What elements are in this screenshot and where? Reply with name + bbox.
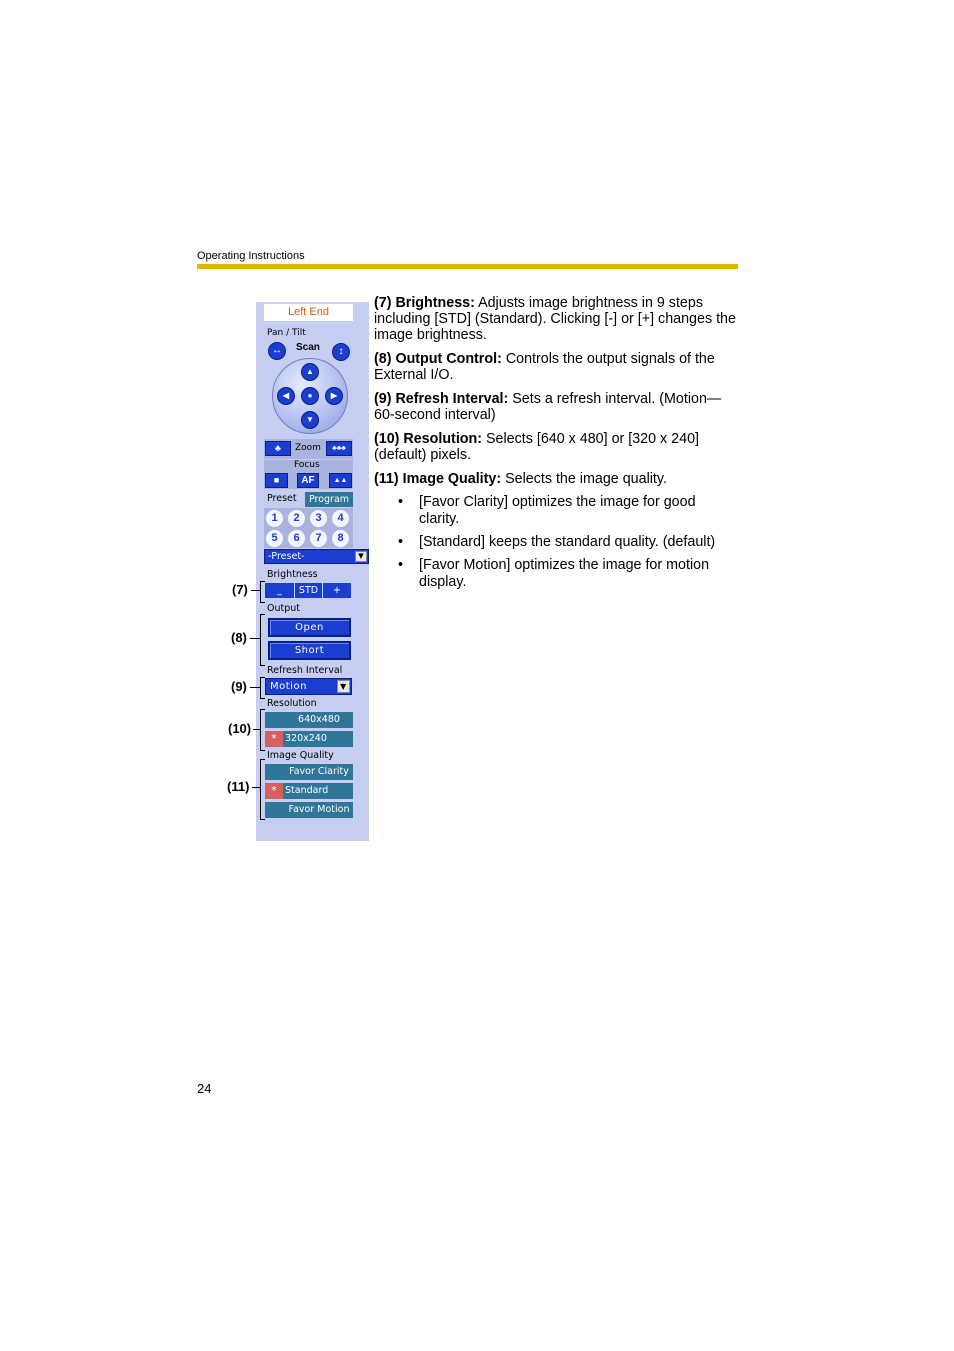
bullet-icon: •	[398, 534, 404, 550]
preset-buttons: 1 2 3 4 5 6 7 8	[264, 508, 353, 548]
zoom-wide-icon[interactable]: ♣	[265, 441, 291, 456]
resolution-640x480-button[interactable]: 640x480	[265, 712, 353, 728]
callout-leader	[252, 787, 260, 788]
preset-select[interactable]: -Preset- ▼	[264, 549, 369, 564]
up-down-arrow-icon[interactable]: ↕	[332, 343, 350, 361]
preset-4-button[interactable]: 4	[332, 510, 349, 527]
zoom-label: Zoom	[295, 443, 321, 453]
description-title: (8) Output Control:	[374, 351, 502, 367]
resolution-320x240-button[interactable]: * 320x240	[265, 731, 353, 747]
preset-5-button[interactable]: 5	[266, 530, 283, 547]
zoom-row: ♣ Zoom ♣♣♣	[264, 439, 353, 459]
chevron-down-icon[interactable]: ▼	[355, 551, 367, 562]
preset-2-button[interactable]: 2	[288, 510, 305, 527]
description-title: (10) Resolution:	[374, 431, 483, 447]
option-label: 640x480	[298, 714, 340, 725]
chevron-down-icon[interactable]: ▼	[337, 680, 350, 693]
bullet-icon: •	[398, 557, 404, 573]
header-rule	[197, 264, 738, 269]
zoom-tele-icon[interactable]: ♣♣♣	[326, 441, 352, 456]
callout-leader	[250, 638, 260, 639]
callout-7: (7)	[232, 582, 248, 597]
description-resolution: (10) Resolution: Selects [640 x 480] or …	[374, 431, 738, 463]
down-arrow-icon[interactable]: ▼	[301, 411, 319, 429]
option-label: 320x240	[285, 733, 327, 744]
resolution-label: Resolution	[267, 698, 317, 709]
output-open-button[interactable]: Open	[268, 618, 351, 637]
preset-tab[interactable]: Preset	[267, 493, 297, 504]
option-label: Favor Motion	[288, 804, 350, 815]
running-header: Operating Instructions	[197, 250, 305, 262]
description-title: (9) Refresh Interval:	[374, 391, 509, 407]
quality-standard-button[interactable]: * Standard	[265, 783, 353, 799]
refresh-interval-select[interactable]: Motion ▼	[265, 678, 352, 695]
callout-9: (9)	[231, 679, 247, 694]
callout-leader	[251, 590, 260, 591]
bullet-text: [Standard] keeps the standard quality. (…	[419, 534, 716, 550]
selected-marker-icon: *	[265, 731, 283, 747]
callout-10: (10)	[228, 721, 252, 736]
bullet-text: [Favor Motion] optimizes the image for m…	[419, 557, 710, 590]
preset-6-button[interactable]: 6	[288, 530, 305, 547]
brightness-increase-button[interactable]: +	[323, 583, 351, 598]
pan-tilt-label: Pan / Tilt	[267, 328, 306, 338]
selected-marker-icon: *	[265, 783, 283, 799]
camera-control-panel: Left End Pan / Tilt ↔ Scan ↕ ▲ ◀ ● ▶ ▼ ♣…	[256, 302, 369, 841]
description-refresh-interval: (9) Refresh Interval: Sets a refresh int…	[374, 391, 738, 423]
callout-leader	[253, 729, 260, 730]
option-label: Standard	[285, 785, 329, 796]
callout-8: (8)	[231, 630, 247, 645]
bullet-text: [Favor Clarity] optimizes the image for …	[419, 494, 696, 527]
refresh-interval-value: Motion	[270, 681, 307, 692]
callout-bracket	[260, 677, 265, 699]
focus-far-icon[interactable]: ▲▲	[329, 473, 352, 488]
right-arrow-icon[interactable]: ▶	[325, 387, 343, 405]
up-arrow-icon[interactable]: ▲	[301, 363, 319, 381]
callout-leader	[250, 687, 260, 688]
callout-bracket	[260, 759, 265, 820]
description-title: (11) Image Quality:	[374, 471, 502, 487]
callout-bracket	[260, 581, 265, 603]
description-output-control: (8) Output Control: Controls the output …	[374, 351, 738, 383]
description-image-quality: (11) Image Quality: Selects the image qu…	[374, 471, 738, 487]
left-arrow-icon[interactable]: ◀	[277, 387, 295, 405]
brightness-std-button[interactable]: STD	[295, 583, 322, 598]
quality-favor-clarity-button[interactable]: Favor Clarity	[265, 764, 353, 780]
preset-8-button[interactable]: 8	[332, 530, 349, 547]
pan-tilt-pad: ▲ ◀ ● ▶ ▼	[272, 358, 348, 434]
focus-row: Focus ■ AF ▲▲	[264, 460, 353, 489]
preset-select-value: -Preset-	[268, 551, 305, 562]
output-label: Output	[267, 603, 300, 614]
position-status: Left End	[264, 304, 353, 321]
autofocus-button[interactable]: AF	[297, 473, 319, 488]
refresh-interval-label: Refresh Interval	[267, 665, 343, 676]
preset-1-button[interactable]: 1	[266, 510, 283, 527]
home-dot-icon[interactable]: ●	[301, 387, 319, 405]
option-label: Favor Clarity	[289, 766, 349, 777]
output-short-button[interactable]: Short	[268, 641, 351, 660]
callout-bracket	[260, 614, 265, 666]
program-tab[interactable]: Program	[305, 492, 353, 507]
bullet-icon: •	[398, 494, 404, 510]
quality-favor-motion-button[interactable]: Favor Motion	[265, 802, 353, 818]
callout-11: (11)	[227, 779, 250, 794]
left-right-arrow-icon[interactable]: ↔	[268, 342, 286, 360]
brightness-label: Brightness	[267, 569, 318, 580]
focus-near-icon[interactable]: ■	[265, 473, 288, 488]
callout-bracket	[260, 709, 265, 751]
description-text: Selects the image quality.	[501, 471, 667, 487]
page-number: 24	[197, 1081, 212, 1096]
preset-3-button[interactable]: 3	[310, 510, 327, 527]
preset-7-button[interactable]: 7	[310, 530, 327, 547]
focus-label: Focus	[294, 460, 320, 470]
description-brightness: (7) Brightness: Adjusts image brightness…	[374, 295, 738, 343]
scan-label: Scan	[296, 342, 320, 353]
image-quality-label: Image Quality	[267, 750, 334, 761]
description-title: (7) Brightness:	[374, 295, 475, 311]
brightness-decrease-button[interactable]: _	[265, 583, 294, 598]
